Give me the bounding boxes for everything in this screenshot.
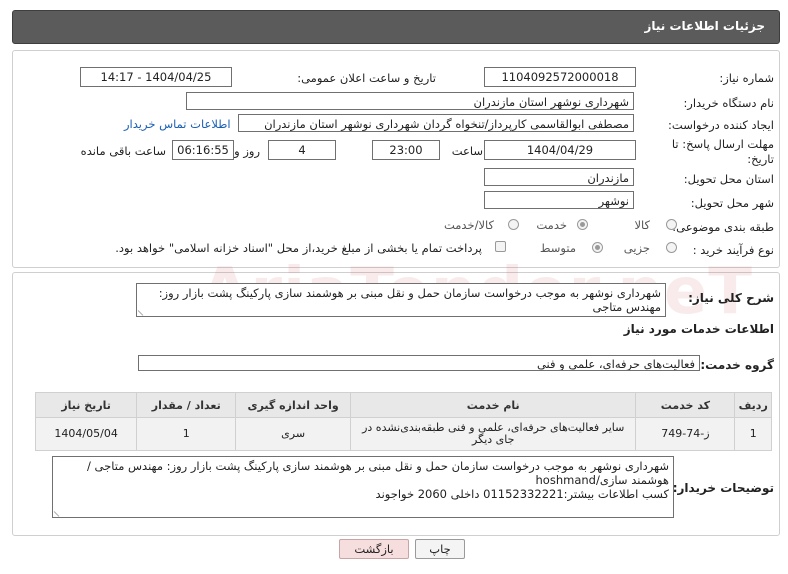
category-radio-goods[interactable]	[666, 219, 677, 230]
table-row[interactable]: 1 ز-74-749 سایر فعالیت‌های حرفه‌ای، علمی…	[34, 417, 772, 451]
buyer-contact-link[interactable]: اطلاعات تماس خریدار	[124, 117, 231, 131]
cell-need-date: 1404/05/04	[34, 417, 138, 451]
process-radio-minor[interactable]	[666, 242, 677, 253]
category-label: طبقه بندی موضوعی:	[672, 220, 774, 234]
resize-grip-icon[interactable]	[137, 305, 149, 316]
summary-textarea[interactable]: شهرداری نوشهر به موجب درخواست سازمان حمل…	[136, 283, 666, 317]
service-group-field[interactable]: فعالیت‌های حرفه‌ای، علمی و فنی	[138, 355, 700, 371]
cell-row-number: 1	[734, 417, 772, 451]
creator-label: ایجاد کننده درخواست:	[668, 118, 774, 132]
category-option-goods: کالا	[634, 218, 650, 232]
buyer-notes-line-1: شهرداری نوشهر به موجب درخواست سازمان حمل…	[87, 459, 669, 473]
page: جزئیات اطلاعات نیاز شماره نیاز: 11040925…	[0, 0, 788, 574]
cell-unit: سری	[235, 417, 352, 451]
col-row-header: ردیف	[734, 392, 772, 418]
creator-field[interactable]: مصطفی ابوالقاسمی کارپرداز/تنخواه گردان ش…	[238, 114, 634, 132]
resize-grip-icon[interactable]	[53, 506, 65, 517]
deadline-time-field[interactable]: 23:00	[372, 140, 440, 160]
payment-note: پرداخت تمام یا بخشی از مبلغ خرید،از محل …	[115, 241, 482, 255]
province-field[interactable]: مازندران	[484, 168, 634, 186]
process-option-medium: متوسط	[539, 241, 576, 255]
days-label: روز و	[234, 144, 260, 158]
process-radio-medium[interactable]	[592, 242, 603, 253]
cell-service-name: سایر فعالیت‌های حرفه‌ای، علمی و فنی طبقه…	[350, 417, 637, 451]
page-title: جزئیات اطلاعات نیاز	[644, 19, 765, 33]
category-option-goods-service: کالا/خدمت	[443, 218, 494, 232]
col-unit-header: واحد اندازه گیری	[235, 392, 352, 418]
summary-text: شهرداری نوشهر به موجب درخواست سازمان حمل…	[158, 286, 661, 314]
cell-service-code: ز-74-749	[635, 417, 736, 451]
treasury-checkbox[interactable]	[495, 241, 506, 252]
deadline-date-field[interactable]: 1404/04/29	[484, 140, 636, 160]
deadline-label: مهلت ارسال پاسخ: تا	[671, 137, 774, 151]
province-label: استان محل تحویل:	[683, 172, 774, 186]
buyer-notes-line-2: هوشمند سازی/hoshmand	[535, 473, 669, 487]
col-date-header: تاریخ نیاز	[34, 392, 138, 418]
buyer-org-field[interactable]: شهرداری نوشهر استان مازندران	[186, 92, 634, 110]
deadline-time-label: ساعت	[451, 144, 483, 158]
remaining-label: ساعت باقی مانده	[80, 144, 166, 158]
page-header: جزئیات اطلاعات نیاز	[12, 10, 780, 44]
back-button[interactable]: بازگشت	[339, 539, 409, 559]
category-radio-goods-service[interactable]	[508, 219, 519, 230]
category-radio-service[interactable]	[577, 219, 588, 230]
days-field[interactable]: 4	[268, 140, 336, 160]
announce-field[interactable]: 1404/04/25 - 14:17	[80, 67, 232, 87]
buyer-notes-label: توضیحات خریدار:	[672, 481, 774, 495]
services-title: اطلاعات خدمات مورد نیاز	[623, 322, 774, 336]
table-header-row: ردیف کد خدمت نام خدمت واحد اندازه گیری ت…	[34, 392, 772, 418]
col-name-header: نام خدمت	[350, 392, 637, 418]
category-option-service: خدمت	[536, 218, 567, 232]
remaining-time-field[interactable]: 06:16:55	[172, 140, 234, 160]
city-label: شهر محل تحویل:	[690, 196, 774, 210]
print-button[interactable]: چاپ	[415, 539, 465, 559]
need-number-label: شماره نیاز:	[719, 71, 774, 85]
deadline-date-label: تاریخ:	[747, 152, 774, 166]
process-option-minor: جزیی	[623, 241, 650, 255]
buyer-org-label: نام دستگاه خریدار:	[683, 96, 774, 110]
col-code-header: کد خدمت	[635, 392, 736, 418]
need-number-field[interactable]: 1104092572000018	[484, 67, 636, 87]
summary-label: شرح کلی نیاز:	[688, 291, 774, 305]
service-group-label: گروه خدمت:	[700, 358, 774, 372]
services-table: ردیف کد خدمت نام خدمت واحد اندازه گیری ت…	[34, 392, 772, 451]
col-qty-header: تعداد / مقدار	[136, 392, 237, 418]
cell-quantity: 1	[136, 417, 237, 451]
buyer-notes-textarea[interactable]: شهرداری نوشهر به موجب درخواست سازمان حمل…	[52, 456, 674, 518]
announce-label: تاریخ و ساعت اعلان عمومی:	[297, 71, 436, 85]
city-field[interactable]: نوشهر	[484, 191, 634, 209]
buyer-notes-line-3: کسب اطلاعات بیشتر:01152332221 داخلی 2060…	[375, 487, 669, 501]
